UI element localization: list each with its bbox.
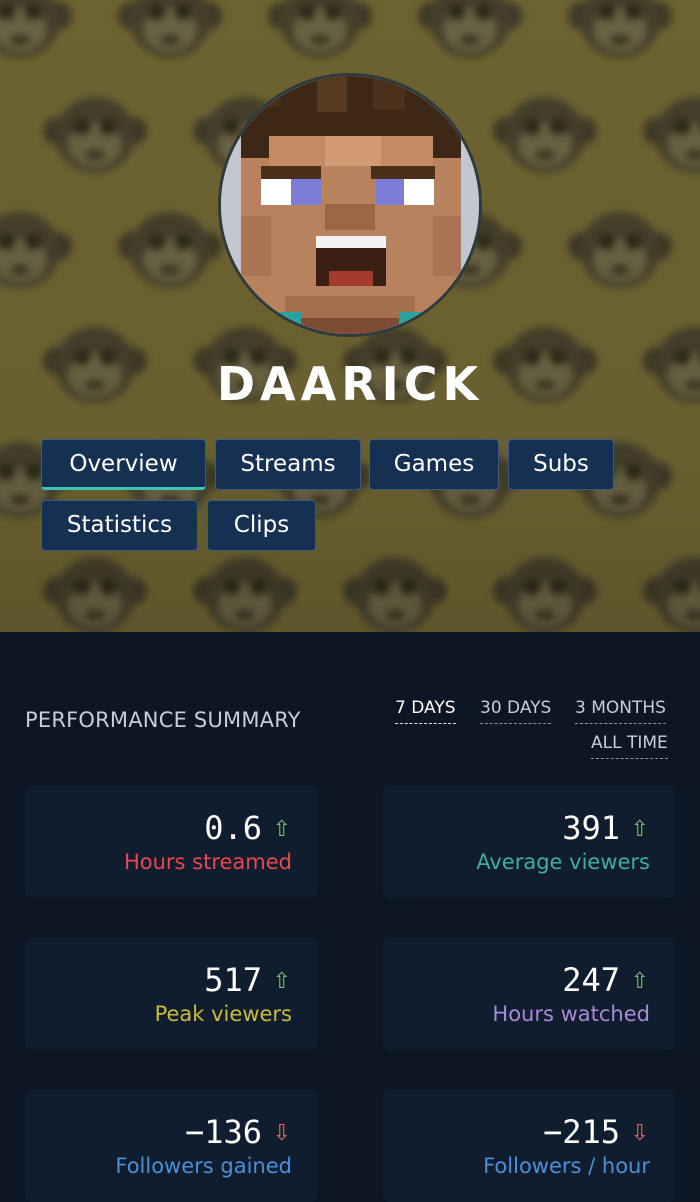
range-30-days[interactable]: 30 DAYS	[480, 696, 552, 724]
range-3-months[interactable]: 3 MONTHS	[575, 696, 666, 724]
tab-games[interactable]: Games	[369, 439, 499, 490]
tab-statistics[interactable]: Statistics	[41, 500, 198, 551]
stat-value: 247	[562, 961, 620, 999]
channel-name: DAARICK	[216, 357, 484, 411]
stat-card-followers-per-hour: −215 ⇩ Followers / hour	[383, 1090, 675, 1202]
avatar	[218, 73, 482, 337]
stat-label: Followers gained	[115, 1154, 292, 1178]
stat-label: Hours watched	[492, 1002, 650, 1026]
performance-summary-heading: PERFORMANCE SUMMARY	[25, 708, 301, 732]
range-all-time[interactable]: ALL TIME	[591, 731, 668, 759]
range-7-days[interactable]: 7 DAYS	[395, 696, 456, 724]
tab-streams[interactable]: Streams	[215, 439, 361, 490]
stat-label: Peak viewers	[154, 1002, 292, 1026]
stat-label: Average viewers	[476, 850, 650, 874]
stat-card-peak-viewers: 517 ⇧ Peak viewers	[25, 938, 317, 1050]
tab-subs[interactable]: Subs	[508, 439, 614, 490]
arrow-up-icon: ⇧	[630, 969, 649, 994]
stat-label: Hours streamed	[123, 850, 292, 874]
tab-overview[interactable]: Overview	[41, 439, 206, 490]
stat-value: 391	[562, 809, 620, 847]
stat-value: −136	[184, 1113, 262, 1151]
minecraft-steve-avatar-image	[221, 76, 479, 334]
arrow-up-icon: ⇧	[630, 817, 649, 842]
arrow-down-icon: ⇩	[630, 1121, 649, 1146]
tab-clips[interactable]: Clips	[207, 500, 316, 551]
stat-card-average-viewers: 391 ⇧ Average viewers	[383, 786, 675, 898]
stat-value: 0.6	[204, 809, 262, 847]
arrow-down-icon: ⇩	[272, 1121, 291, 1146]
profile-banner: DAARICK Overview Streams Games Subs Stat…	[0, 0, 700, 632]
arrow-up-icon: ⇧	[272, 969, 291, 994]
stat-label: Followers / hour	[483, 1154, 650, 1178]
stat-card-hours-watched: 247 ⇧ Hours watched	[383, 938, 675, 1050]
arrow-up-icon: ⇧	[272, 817, 291, 842]
stat-card-hours-streamed: 0.6 ⇧ Hours streamed	[25, 786, 317, 898]
stat-value: −215	[542, 1113, 620, 1151]
stat-card-followers-gained: −136 ⇩ Followers gained	[25, 1090, 317, 1202]
stat-value: 517	[204, 961, 262, 999]
